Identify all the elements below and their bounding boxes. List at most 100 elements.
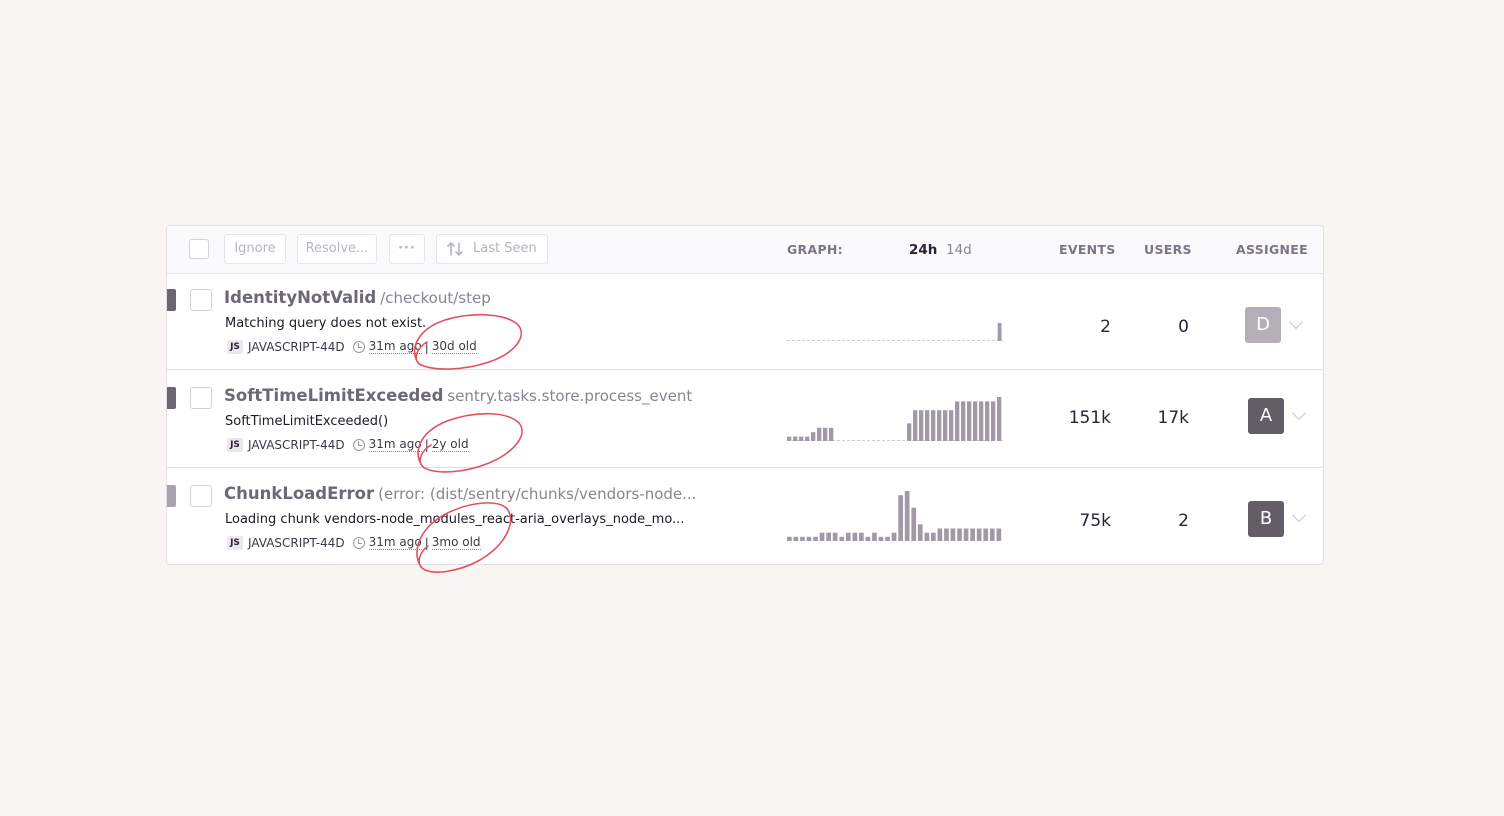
graph-bar — [949, 410, 954, 441]
graph-bar — [839, 536, 845, 541]
graph-bar — [970, 528, 975, 541]
graph-bar — [979, 401, 984, 441]
graph-bar — [826, 532, 831, 541]
event-graph — [787, 323, 1003, 341]
issue-row[interactable]: SoftTimeLimitExceeded sentry.tasks.store.… — [167, 371, 1323, 468]
graph-bar — [907, 423, 912, 441]
graph-bar — [957, 528, 962, 541]
graph-bar — [800, 536, 805, 541]
users-count: 2 — [1178, 511, 1189, 531]
events-count: 75k — [1079, 511, 1111, 531]
assignee-avatar[interactable]: B — [1248, 501, 1284, 537]
short-id[interactable]: JAVASCRIPT-44D — [248, 536, 345, 550]
issue-location: sentry.tasks.store.process_event — [447, 387, 693, 405]
last-seen: 31m ago — [368, 437, 422, 452]
graph-bar — [943, 410, 948, 441]
assignee-avatar[interactable]: A — [1248, 398, 1284, 434]
graph-bar — [944, 528, 949, 541]
event-graph — [787, 397, 1003, 441]
issue-checkbox[interactable] — [190, 289, 212, 311]
sort-label: Last Seen — [473, 241, 537, 256]
sort-button[interactable]: Last Seen — [436, 234, 548, 264]
issue-row[interactable]: IdentityNotValid/checkout/step Matching … — [167, 273, 1323, 370]
sort-icon — [447, 242, 463, 256]
users-column-header: USERS — [1144, 242, 1192, 257]
period-14d-tab[interactable]: 14d — [946, 242, 972, 258]
graph-bar — [799, 436, 804, 441]
graph-bar — [845, 532, 851, 541]
issue-list-panel: Ignore Resolve... ··· Last Seen GRAPH: 2… — [166, 225, 1324, 565]
graph-bar — [983, 528, 989, 541]
graph-bar — [823, 427, 828, 441]
resolve-button[interactable]: Resolve... — [297, 234, 377, 264]
meta-separator: | — [424, 437, 429, 452]
graph-bar — [937, 410, 942, 441]
assignee-column-header: ASSIGNEE — [1236, 242, 1308, 257]
issue-checkbox[interactable] — [190, 387, 212, 409]
issue-title[interactable]: IdentityNotValid/checkout/step — [224, 288, 491, 307]
events-column-header: EVENTS — [1059, 242, 1116, 257]
graph-bar — [793, 436, 798, 441]
chevron-down-icon[interactable] — [1288, 314, 1304, 330]
users-count: 17k — [1157, 408, 1189, 428]
level-indicator — [167, 387, 176, 409]
graph-bar — [917, 524, 923, 541]
level-indicator — [167, 485, 176, 507]
graph-bar — [819, 532, 825, 541]
issue-checkbox[interactable] — [190, 485, 212, 507]
graph-bar — [811, 432, 816, 441]
graph-bar — [813, 536, 818, 541]
graph-bar — [973, 401, 978, 441]
chevron-down-icon[interactable] — [1291, 507, 1307, 523]
graph-bar — [865, 536, 871, 541]
issue-location: (error: (dist/sentry/chunks/vendors-node… — [378, 485, 697, 503]
assignee-avatar[interactable]: D — [1245, 307, 1281, 343]
issue-type[interactable]: SoftTimeLimitExceeded — [224, 386, 443, 405]
issue-type[interactable]: IdentityNotValid — [224, 288, 376, 307]
last-seen: 31m ago — [368, 535, 422, 550]
graph-bar — [963, 528, 969, 541]
first-seen-age: 2y old — [431, 437, 469, 452]
graph-bar — [859, 532, 864, 541]
level-indicator — [167, 289, 176, 311]
chevron-down-icon[interactable] — [1291, 405, 1307, 421]
event-graph — [787, 491, 1002, 541]
users-count: 0 — [1178, 317, 1189, 337]
graph-bar — [937, 528, 943, 541]
graph-bar — [891, 532, 897, 541]
graph-bar — [872, 532, 877, 541]
graph-bar — [967, 401, 972, 441]
graph-bar — [925, 410, 930, 441]
issue-row[interactable]: ChunkLoadError (error: (dist/sentry/chunk… — [167, 469, 1323, 564]
graph-bar — [817, 427, 822, 441]
issue-message: SoftTimeLimitExceeded() — [225, 414, 389, 429]
graph-bar — [991, 401, 996, 441]
issue-title[interactable]: SoftTimeLimitExceeded sentry.tasks.store.… — [224, 386, 692, 405]
graph-bar — [829, 427, 834, 441]
javascript-platform-icon: JS — [227, 535, 243, 550]
more-actions-button[interactable]: ··· — [389, 234, 425, 264]
issue-message: Loading chunk vendors-node_modules_react… — [225, 512, 685, 527]
short-id[interactable]: JAVASCRIPT-44D — [248, 438, 345, 452]
graph-bar — [787, 536, 792, 541]
clock-icon — [352, 438, 365, 451]
first-seen-age: 3mo old — [431, 535, 481, 550]
graph-bar — [931, 532, 936, 541]
graph-bar — [806, 536, 812, 541]
graph-bar — [985, 401, 990, 441]
javascript-platform-icon: JS — [227, 339, 243, 354]
graph-bar — [997, 323, 1002, 341]
period-24h-tab[interactable]: 24h — [909, 242, 937, 258]
issue-type[interactable]: ChunkLoadError — [224, 484, 374, 503]
graph-bar — [832, 532, 838, 541]
meta-separator: | — [424, 339, 429, 354]
graph-bar — [898, 495, 903, 541]
ignore-button[interactable]: Ignore — [224, 234, 286, 264]
short-id[interactable]: JAVASCRIPT-44D — [248, 340, 345, 354]
select-all-checkbox[interactable] — [189, 239, 209, 259]
graph-bar — [919, 410, 924, 441]
graph-bar — [913, 410, 918, 441]
issue-meta: JS JAVASCRIPT-44D 31m ago | 2y old — [227, 437, 469, 452]
meta-separator: | — [424, 535, 429, 550]
issue-title[interactable]: ChunkLoadError (error: (dist/sentry/chunk… — [224, 484, 696, 503]
